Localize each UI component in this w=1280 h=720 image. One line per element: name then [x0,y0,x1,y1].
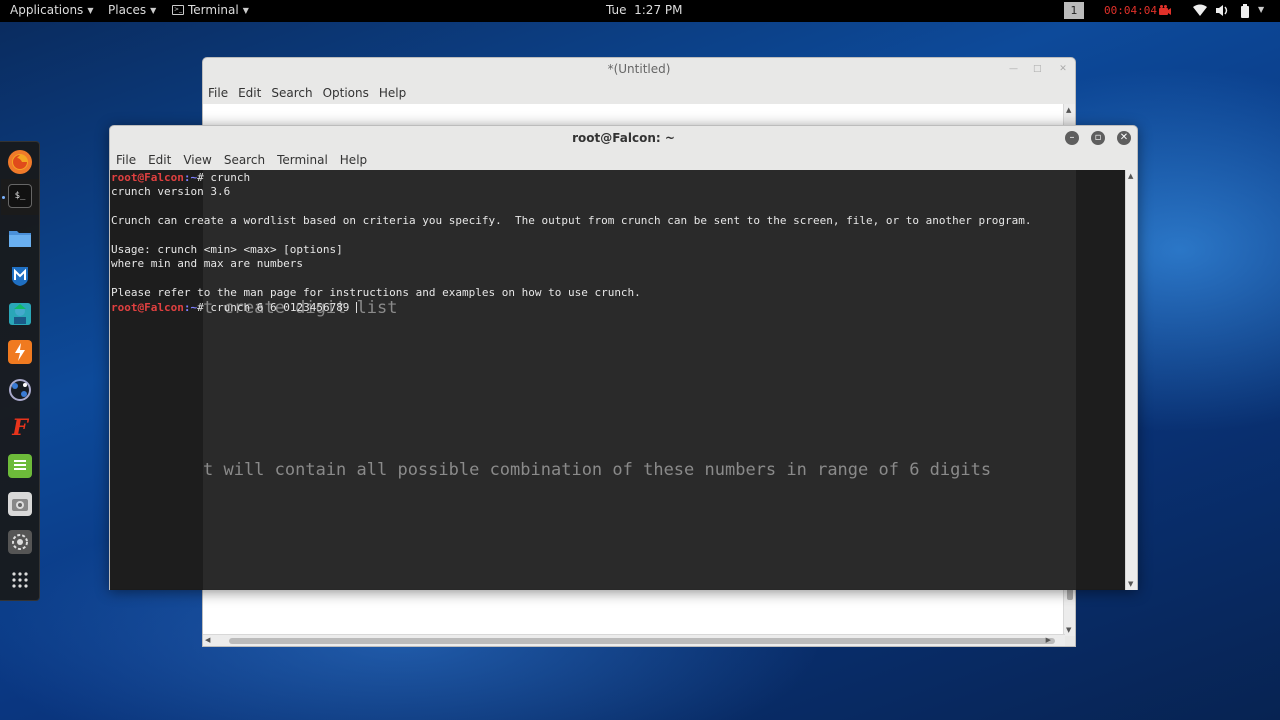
menu-help[interactable]: Help [374,84,411,104]
terminal-output: Crunch can create a wordlist based on cr… [111,214,1032,228]
scroll-left-icon[interactable]: ◀ [205,636,210,644]
horizontal-scrollbar[interactable]: ◀ ▶ [203,634,1065,646]
prompt-user: root@Falcon [111,300,184,314]
command-text: crunch [210,171,251,184]
places-label: Places [108,3,147,17]
menu-bar: File Edit View Search Terminal Help [110,152,373,170]
command-text: crunch 6 6 0123456789 [210,300,357,314]
clock[interactable]: Tue 1:27 PM [606,3,682,17]
menu-terminal[interactable]: Terminal [271,152,334,170]
faraday-icon[interactable]: F [8,415,32,441]
show-apps-icon[interactable] [8,568,32,592]
active-indicator [2,196,5,199]
menu-bar: File Edit Search Options Help [203,84,411,104]
files-icon[interactable] [8,226,32,250]
chevron-down-icon: ▼ [242,5,249,15]
places-menu[interactable]: Places ▼ [108,3,156,17]
prompt-hash: # [197,171,211,184]
chevron-down-icon: ▼ [150,5,157,15]
terminal-screen[interactable]: t create digit list t will contain all p… [110,170,1126,590]
menu-search[interactable]: Search [218,152,271,170]
scroll-up-icon[interactable]: ▲ [1128,172,1133,180]
burpsuite-icon[interactable] [8,340,32,364]
background-editor-reflection [203,170,1076,590]
terminal-app-label: Terminal [188,3,239,17]
firefox-icon[interactable] [8,150,32,174]
battery-icon[interactable] [1240,4,1250,18]
menu-edit[interactable]: Edit [233,84,266,104]
terminal-output: crunch version 3.6 [111,185,231,199]
volume-icon[interactable] [1215,4,1229,17]
armitage-icon[interactable] [8,302,32,326]
workspace-indicator[interactable]: 1 [1064,2,1084,19]
maltego-icon[interactable] [8,378,32,402]
terminal-app-menu[interactable]: >_ Terminal ▼ [172,3,249,17]
prompt-path: :~ [183,300,198,314]
terminal-output: Please refer to the man page for instruc… [111,286,641,300]
screenshot-icon[interactable] [8,492,32,516]
terminal-icon: >_ [172,5,184,15]
wifi-icon[interactable] [1192,3,1208,17]
close-icon[interactable]: ✕ [1059,65,1067,74]
vertical-scrollbar[interactable]: ▲ ▼ [1125,170,1137,590]
chevron-down-icon: ▼ [87,5,94,15]
maximize-icon[interactable]: ▫ [1091,131,1105,145]
gedit-line: t will contain all possible combination … [203,460,992,480]
terminal-line: root@Falcon:~# crunch [111,171,250,185]
scroll-down-icon[interactable]: ▼ [1128,580,1133,588]
menu-help[interactable]: Help [334,152,373,170]
leafpad-icon[interactable] [8,454,32,478]
scroll-thumb[interactable] [229,638,1055,644]
prompt-path: :~ [183,171,198,184]
close-icon[interactable]: ✕ [1117,131,1131,145]
settings-icon[interactable] [8,530,32,554]
dock: $_ F [0,141,40,601]
menu-search[interactable]: Search [266,84,317,104]
menu-file[interactable]: File [110,152,142,170]
menu-file[interactable]: File [203,84,233,104]
scroll-up-icon[interactable]: ▲ [1066,106,1071,114]
scroll-down-icon[interactable]: ▼ [1066,626,1071,634]
top-panel: Applications ▼ Places ▼ >_ Terminal ▼ Tu… [0,0,1280,22]
window-title: *(Untitled) [607,62,671,76]
minimize-icon[interactable]: – [1065,131,1079,145]
applications-menu[interactable]: Applications ▼ [10,3,93,17]
text-cursor [356,301,358,313]
prompt-hash: # [197,300,211,314]
terminal-output: where min and max are numbers [111,257,304,271]
terminal-icon[interactable]: $_ [1,179,40,215]
menu-options[interactable]: Options [318,84,374,104]
recording-timer: 00:04:04 [1104,4,1157,17]
scroll-right-icon[interactable]: ▶ [1046,636,1051,644]
terminal-output: Usage: crunch <min> <max> [options] [111,243,343,256]
terminal-line: root@Falcon:~# crunch 6 6 0123456789 [111,300,358,315]
maximize-icon[interactable]: □ [1033,65,1042,74]
camera-icon[interactable] [1158,4,1172,17]
window-title: root@Falcon: ~ [572,131,675,145]
menu-edit[interactable]: Edit [142,152,177,170]
applications-label: Applications [10,3,84,17]
menu-view[interactable]: View [177,152,217,170]
clock-label: Tue 1:27 PM [606,3,683,17]
chevron-down-icon[interactable]: ▼ [1258,5,1264,14]
prompt-user: root@Falcon [111,171,184,184]
metasploit-icon[interactable] [8,264,32,288]
minimize-icon[interactable]: — [1009,65,1018,74]
terminal-window[interactable]: root@Falcon: ~ – ▫ ✕ File Edit View Sear… [109,125,1138,590]
